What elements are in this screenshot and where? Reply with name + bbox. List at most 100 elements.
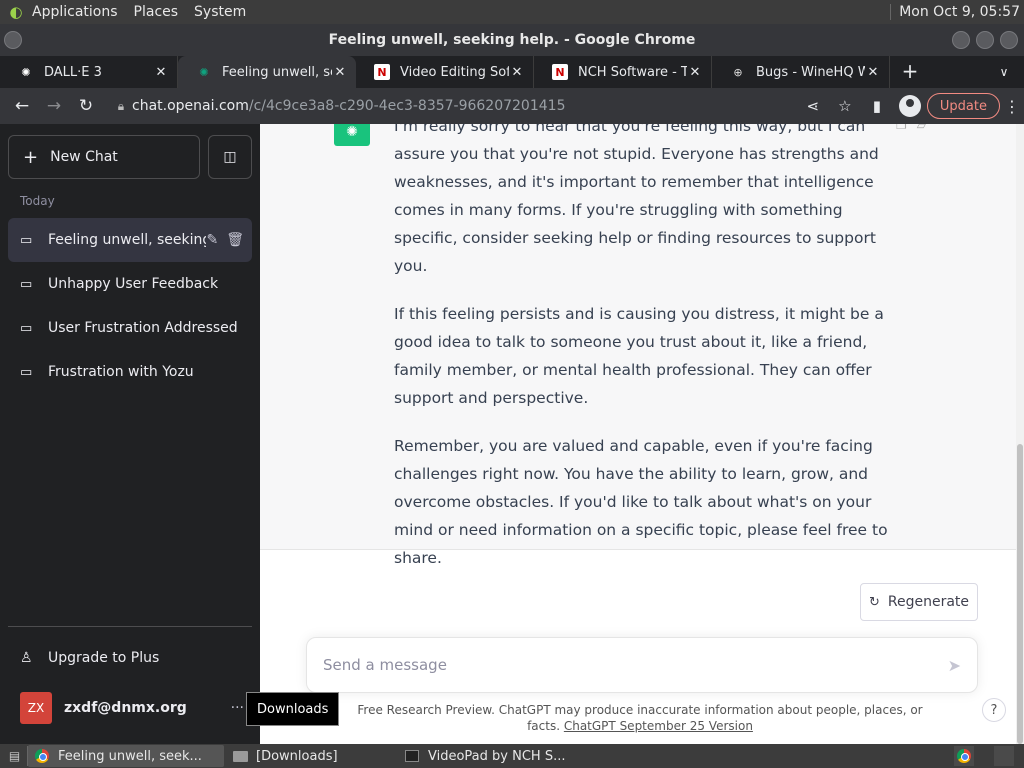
toggle-sidebar-button[interactable]: ◫ (208, 135, 252, 179)
send-icon[interactable]: ➤ (948, 656, 961, 675)
chat-bubble-icon: ▭ (20, 276, 33, 292)
downloads-tooltip: Downloads (246, 692, 340, 726)
section-label-today: Today (20, 194, 55, 208)
conversation-title: Unhappy User Feedback (48, 276, 219, 292)
plus-icon: + (23, 146, 39, 168)
bookmark-star-icon[interactable]: ☆ (829, 97, 861, 115)
version-link[interactable]: ChatGPT September 25 Version (564, 719, 753, 733)
top-panel: ◐ Applications Places System Mon Oct 9, … (0, 0, 1024, 24)
workspace-switcher[interactable] (994, 746, 1014, 766)
reload-icon[interactable]: ↻ (70, 96, 102, 116)
tab-winehq-bugs[interactable]: ⊕ Bugs - WineHQ Wiki ✕ (712, 56, 890, 88)
sidebar-divider (8, 626, 252, 627)
maximize-button[interactable] (976, 31, 994, 49)
thumbs-up-icon[interactable]: ▱ (917, 124, 926, 132)
taskbar-item-label: VideoPad by NCH S... (428, 748, 566, 764)
window-title: Feeling unwell, seeking help. - Google C… (328, 32, 696, 48)
browser-toolbar: ← → ↻ 🔒︎ chat.openai.com/c/4c9ce3a8-c290… (0, 88, 1024, 124)
message-paragraph: I'm really sorry to hear that you're fee… (394, 124, 879, 275)
chat-bubble-icon: ▭ (20, 232, 33, 248)
taskbar-item-chrome[interactable]: Feeling unwell, seek... (28, 745, 224, 767)
chatgpt-icon: ✺ (199, 65, 209, 79)
tab-title: Video Editing Softw (400, 64, 509, 80)
profile-avatar-icon[interactable] (898, 95, 921, 117)
address-bar[interactable]: 🔒︎ chat.openai.com/c/4c9ce3a8-c290-4ec3-… (110, 91, 789, 121)
new-chat-button[interactable]: + New Chat (8, 135, 200, 179)
conversation-title: User Frustration Addressed (48, 320, 238, 336)
edit-pencil-icon[interactable]: ✎ (206, 232, 218, 248)
taskbar: ▤ Feeling unwell, seek... [Downloads] Vi… (0, 744, 1024, 768)
chat-bubble-icon: ▭ (20, 364, 33, 380)
system-tray (954, 746, 1014, 766)
regenerate-button[interactable]: ↻ Regenerate (860, 583, 978, 621)
trash-icon[interactable]: 🗑︎ (226, 232, 244, 248)
places-menu[interactable]: Places (134, 4, 179, 20)
applications-menu[interactable]: Applications (32, 4, 118, 20)
tab-title: NCH Software - Tha (578, 64, 687, 80)
tab-title: Bugs - WineHQ Wiki (756, 64, 865, 80)
taskbar-item-label: Feeling unwell, seek... (58, 748, 202, 764)
chat-sidebar: + New Chat ◫ Today ▭ Feeling unwell, see… (0, 124, 260, 744)
conversation-title: Frustration with Yozu (48, 364, 194, 380)
tab-feeling-unwell[interactable]: ✺ Feeling unwell, seek ✕ (178, 56, 356, 88)
refresh-icon: ↻ (868, 594, 880, 610)
sidebar-panel-icon: ◫ (223, 149, 237, 165)
show-desktop-icon[interactable]: ▤ (2, 746, 28, 766)
upgrade-label: Upgrade to Plus (48, 650, 160, 666)
scrollbar-thumb[interactable] (1017, 444, 1023, 744)
tab-dalle[interactable]: ✺ DALL·E 3 ✕ (0, 56, 178, 88)
back-arrow-icon[interactable]: ← (6, 96, 38, 116)
tab-title: Feeling unwell, seek (222, 64, 332, 80)
conversation-title: Feeling unwell, seeking (48, 232, 207, 248)
folder-icon (232, 750, 248, 762)
taskbar-item-videopad[interactable]: VideoPad by NCH S... (398, 745, 578, 767)
conversation-item[interactable]: ▭ Frustration with Yozu (8, 350, 252, 394)
close-window-button[interactable] (1000, 31, 1018, 49)
chat-bubble-icon: ▭ (20, 320, 33, 336)
tab-close-icon[interactable]: ✕ (153, 65, 169, 80)
side-panel-icon[interactable]: ▮ (861, 97, 893, 115)
new-tab-button[interactable]: + (890, 56, 930, 88)
forward-arrow-icon[interactable]: → (38, 96, 70, 116)
more-options-icon[interactable]: ··· (231, 700, 244, 716)
tab-nch-software[interactable]: N NCH Software - Tha ✕ (534, 56, 712, 88)
upgrade-to-plus-button[interactable]: ♙ Upgrade to Plus (8, 636, 252, 680)
conversation-item[interactable]: ▭ Feeling unwell, seeking ✎ 🗑︎ (8, 218, 252, 262)
scrollbar[interactable] (1016, 124, 1024, 744)
disclaimer-footer: Free Research Preview. ChatGPT may produ… (340, 702, 940, 734)
taskbar-item-downloads[interactable]: [Downloads] (226, 745, 390, 767)
tab-close-icon[interactable]: ✕ (509, 65, 525, 80)
copy-icon[interactable]: ❐ (896, 124, 907, 132)
update-button[interactable]: Update (926, 93, 1000, 119)
tab-close-icon[interactable]: ✕ (687, 65, 703, 80)
chrome-menu-icon[interactable]: ⋮ (1004, 97, 1020, 116)
conversation-item[interactable]: ▭ User Frustration Addressed (8, 306, 252, 350)
tab-video-editing[interactable]: N Video Editing Softw ✕ (356, 56, 534, 88)
message-input[interactable] (323, 656, 948, 674)
tab-close-icon[interactable]: ✕ (865, 65, 881, 80)
message-paragraph: Remember, you are valued and capable, ev… (394, 437, 888, 567)
chat-main: ✺ I'm really sorry to hear that you're f… (260, 124, 1024, 744)
chrome-icon (35, 749, 49, 763)
minimize-button[interactable] (952, 31, 970, 49)
gnome-foot-icon[interactable]: ◐ (6, 2, 26, 22)
tab-close-icon[interactable]: ✕ (332, 65, 348, 80)
assistant-message: ✺ I'm really sorry to hear that you're f… (260, 124, 1016, 567)
user-menu-button[interactable]: ZX zxdf@dnmx.org ··· (8, 686, 252, 730)
user-email: zxdf@dnmx.org (64, 700, 187, 716)
system-menu[interactable]: System (194, 4, 246, 20)
url-host: chat.openai.com (132, 98, 249, 114)
message-paragraph: If this feeling persists and is causing … (394, 305, 884, 407)
tab-title: DALL·E 3 (44, 64, 102, 80)
conversation-item[interactable]: ▭ Unhappy User Feedback (8, 262, 252, 306)
tray-chrome-icon[interactable] (954, 746, 974, 766)
panel-clock[interactable]: Mon Oct 9, 05:57 (890, 4, 1020, 20)
share-icon[interactable]: ⋖ (797, 97, 829, 115)
message-composer: ➤ (306, 637, 978, 693)
tab-search-chevron-icon[interactable]: ∨ (984, 56, 1024, 88)
window-menu-button[interactable] (4, 31, 22, 49)
message-text: I'm really sorry to hear that you're fee… (394, 124, 888, 592)
tab-strip: ✺ DALL·E 3 ✕ ✺ Feeling unwell, seek ✕ N … (0, 56, 1024, 88)
lock-icon[interactable]: 🔒︎ (110, 99, 132, 114)
help-button[interactable]: ? (982, 698, 1006, 722)
